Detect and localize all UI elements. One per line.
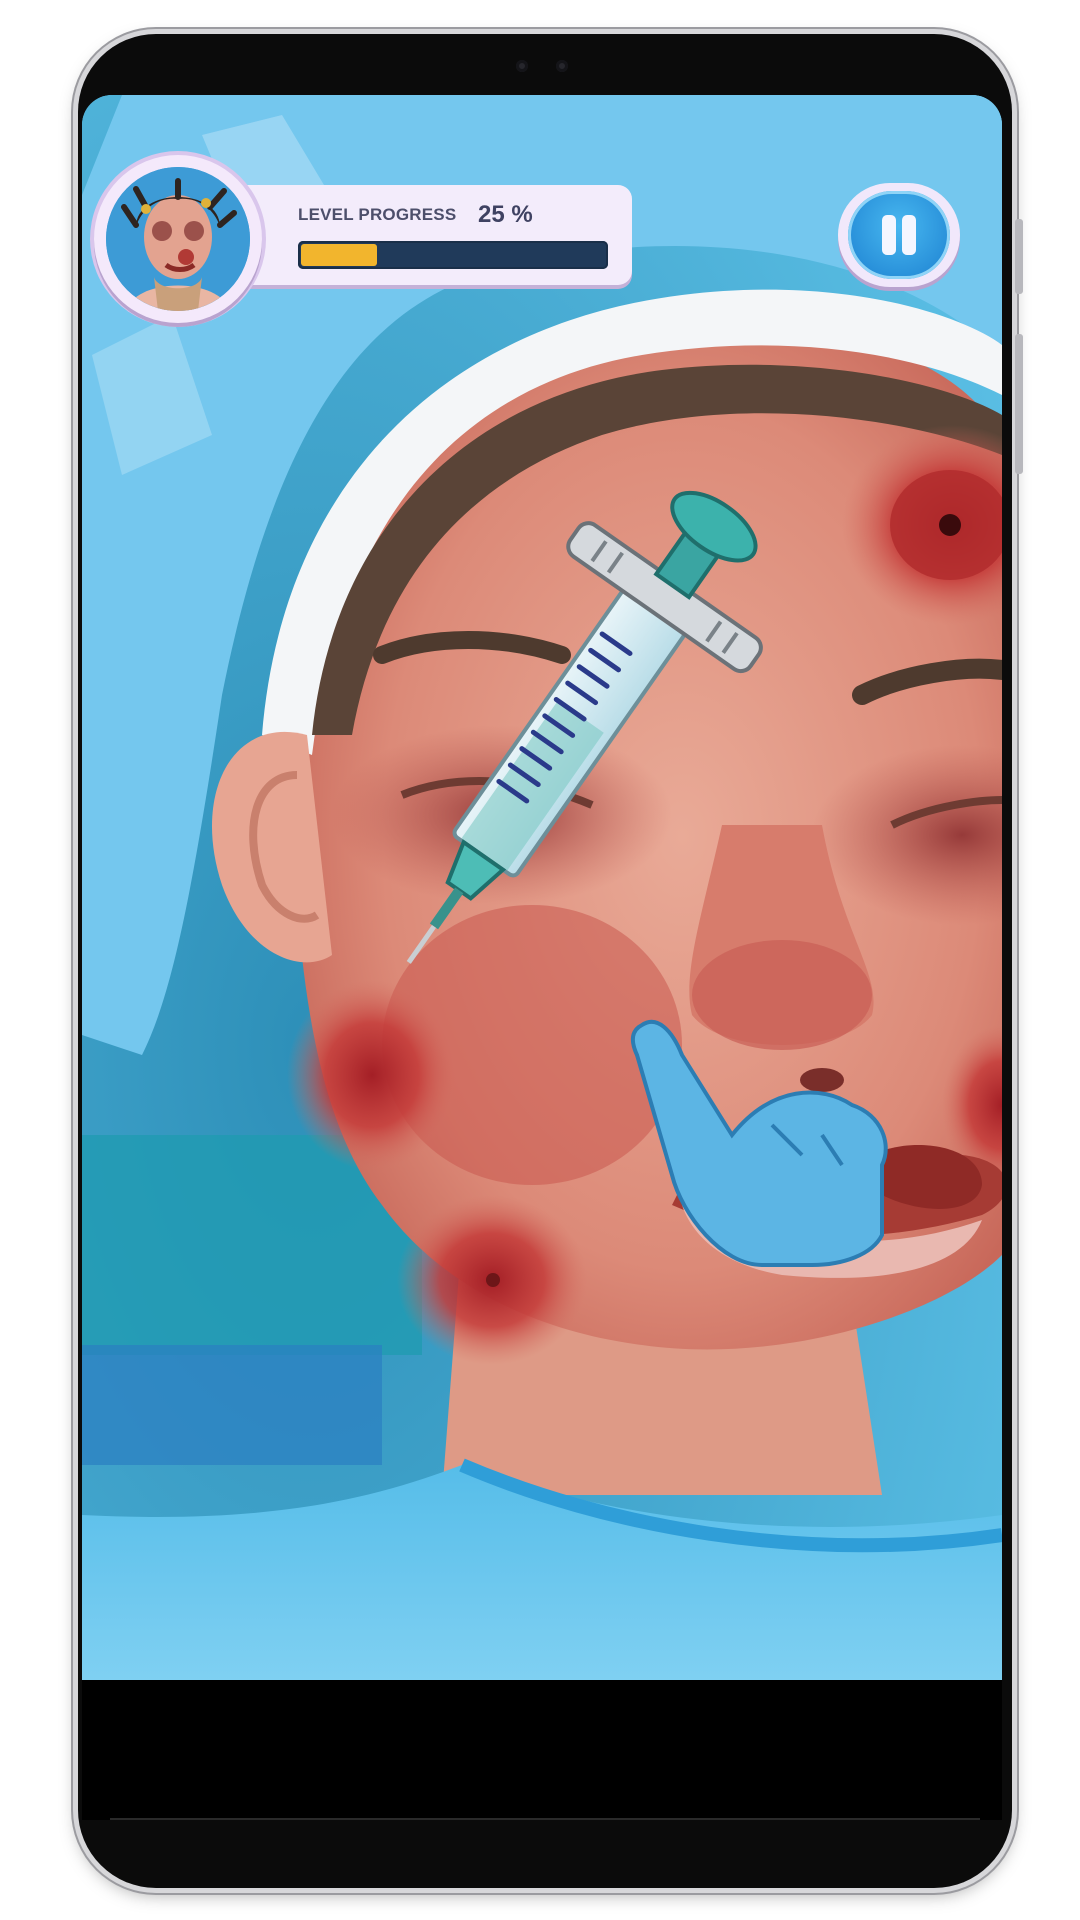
level-progress-panel: LEVEL PROGRESS 25 % <box>232 185 632 285</box>
level-progress-label: LEVEL PROGRESS <box>298 205 457 224</box>
game-screen: LEVEL PROGRESS 25 % <box>82 95 1002 1680</box>
level-progress-fill <box>301 244 377 266</box>
navigation-bar <box>82 1680 1002 1820</box>
pause-button[interactable] <box>838 183 960 287</box>
patient-avatar <box>94 155 262 323</box>
surgery-scene <box>82 95 1002 1680</box>
patient-avatar-icon <box>106 167 250 311</box>
front-camera <box>510 56 580 76</box>
level-progress-bar <box>298 241 608 269</box>
home-indicator <box>110 1818 980 1820</box>
pause-icon <box>848 191 950 279</box>
power-button <box>1015 334 1023 474</box>
level-progress-percent: 25 % <box>478 201 533 228</box>
volume-button <box>1015 219 1023 294</box>
